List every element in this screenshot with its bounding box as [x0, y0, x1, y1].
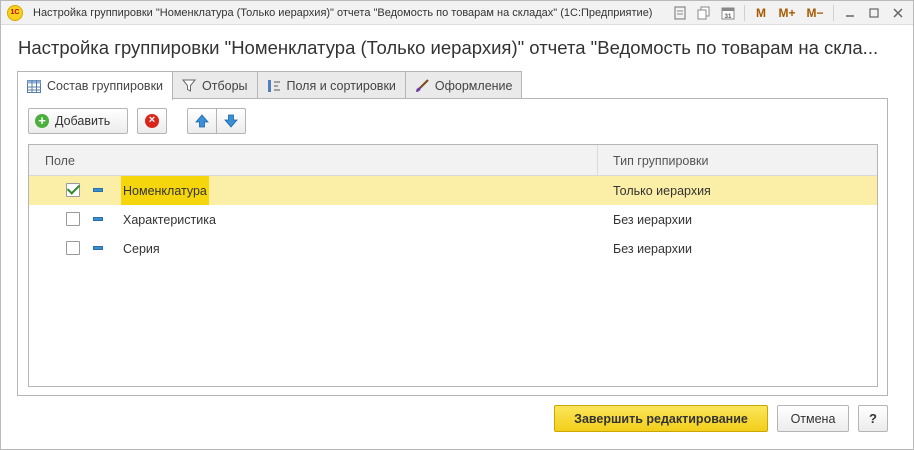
grouping-table: Поле Тип группировки Номенклатура Только…	[28, 144, 878, 387]
title-bar: 1С Настройка группировки "Номенклатура (…	[1, 1, 913, 25]
move-up-button[interactable]	[187, 108, 217, 134]
svg-text:31: 31	[725, 14, 732, 20]
brush-icon	[415, 78, 429, 93]
copy-icon[interactable]	[695, 4, 713, 22]
finish-editing-button[interactable]: Завершить редактирование	[554, 405, 768, 432]
close-icon[interactable]	[889, 4, 907, 22]
tab-strip: Состав группировки Отборы Поля и сортиро…	[17, 71, 523, 100]
arrow-down-icon	[224, 114, 238, 128]
tab-label: Состав группировки	[47, 79, 164, 93]
tab-label: Поля и сортировки	[286, 78, 396, 93]
memory-plus-button[interactable]: M+	[776, 4, 798, 22]
tab-filters[interactable]: Отборы	[172, 71, 258, 99]
row-field-name: Номенклатура	[121, 176, 209, 205]
document-icon[interactable]	[671, 4, 689, 22]
field-icon	[93, 217, 103, 221]
memory-button[interactable]: M	[752, 4, 770, 22]
memory-minus-button[interactable]: M−	[804, 4, 826, 22]
delete-icon: ×	[145, 114, 159, 128]
row-grouping-type[interactable]: Без иерархии	[613, 234, 692, 263]
row-field-name: Характеристика	[123, 212, 216, 227]
tab-fields-sorting[interactable]: Поля и сортировки	[256, 71, 406, 99]
row-checkbox[interactable]	[66, 241, 80, 255]
arrow-up-icon	[195, 114, 209, 128]
field-icon	[93, 188, 103, 192]
dialog-window: 1С Настройка группировки "Номенклатура (…	[0, 0, 914, 450]
field-icon	[93, 246, 103, 250]
add-button[interactable]: + Добавить	[28, 108, 128, 134]
row-checkbox[interactable]	[66, 183, 80, 197]
app-logo-icon[interactable]: 1С	[7, 4, 23, 21]
tab-label: Отборы	[202, 78, 248, 93]
move-down-button[interactable]	[216, 108, 246, 134]
page-title: Настройка группировки "Номенклатура (Тол…	[18, 37, 879, 58]
table-row[interactable]: Номенклатура Только иерархия	[29, 176, 877, 205]
help-button[interactable]: ?	[858, 405, 888, 432]
filter-icon	[182, 79, 197, 93]
minimize-icon[interactable]	[841, 4, 859, 22]
table-row[interactable]: Серия Без иерархии	[29, 234, 877, 263]
window-title: Настройка группировки "Номенклатура (Тол…	[33, 6, 653, 19]
toolbar-separator	[744, 5, 745, 21]
cancel-button[interactable]: Отмена	[777, 405, 849, 432]
row-checkbox[interactable]	[66, 212, 80, 226]
table-header: Поле Тип группировки	[29, 145, 877, 176]
calendar-icon[interactable]: 31	[719, 4, 737, 22]
row-grouping-type[interactable]: Без иерархии	[613, 205, 692, 234]
row-grouping-type[interactable]: Только иерархия	[613, 176, 711, 205]
move-buttons	[187, 108, 246, 134]
table-icon	[27, 79, 41, 93]
tab-grouping-composition[interactable]: Состав группировки	[17, 71, 174, 100]
column-header-grouping-type[interactable]: Тип группировки	[613, 145, 708, 176]
tab-appearance[interactable]: Оформление	[404, 71, 523, 99]
delete-button[interactable]: ×	[137, 108, 167, 134]
plus-icon: +	[35, 114, 49, 128]
tab-panel-grouping: + Добавить × Поле Тип группировки Номенк…	[17, 98, 888, 396]
title-tools: 31 M M+ M−	[668, 1, 913, 25]
add-button-label: Добавить	[55, 114, 111, 128]
table-row[interactable]: Характеристика Без иерархии	[29, 205, 877, 234]
tab-label: Оформление	[434, 78, 513, 93]
column-divider[interactable]	[597, 145, 598, 176]
toolbar-separator	[833, 5, 834, 21]
panel-toolbar: + Добавить ×	[28, 108, 246, 134]
maximize-icon[interactable]	[865, 4, 883, 22]
column-header-field[interactable]: Поле	[45, 145, 75, 176]
sort-icon	[267, 79, 281, 93]
row-field-name: Серия	[123, 241, 160, 256]
